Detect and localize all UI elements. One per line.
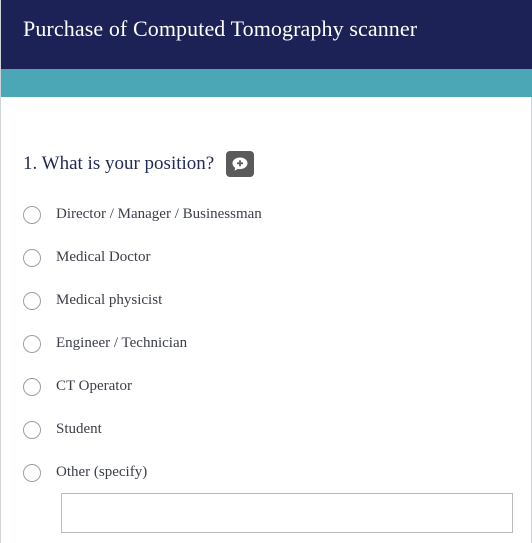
radio-button[interactable] xyxy=(23,248,41,267)
header-accent-band xyxy=(1,69,532,97)
comment-button[interactable] xyxy=(226,151,255,177)
option-medical-doctor[interactable]: Medical Doctor xyxy=(23,236,262,279)
survey-title: Purchase of Computed Tomography scanner xyxy=(23,16,418,41)
option-label: Medical Doctor xyxy=(56,249,151,265)
option-ct-operator[interactable]: CT Operator xyxy=(23,365,262,408)
radio-button[interactable] xyxy=(23,377,41,396)
question-1: 1. What is your position? xyxy=(23,150,255,178)
radio-button[interactable] xyxy=(23,334,41,353)
question-text: 1. What is your position? xyxy=(23,153,215,174)
option-engineer-technician[interactable]: Engineer / Technician xyxy=(23,322,262,365)
option-label: Director / Manager / Businessman xyxy=(56,206,262,222)
comment-bubble-icon xyxy=(232,157,248,171)
option-label: Other (specify) xyxy=(56,464,148,480)
option-label: Medical physicist xyxy=(56,292,163,308)
survey-header: Purchase of Computed Tomography scanner xyxy=(1,0,532,69)
option-other-specify[interactable]: Other (specify) xyxy=(23,451,262,494)
answer-options: Director / Manager / Businessman Medical… xyxy=(23,193,262,494)
option-director-manager-businessman[interactable]: Director / Manager / Businessman xyxy=(23,193,262,236)
other-specify-input[interactable] xyxy=(61,493,513,533)
option-student[interactable]: Student xyxy=(23,408,262,451)
radio-button[interactable] xyxy=(23,291,41,310)
option-label: Student xyxy=(56,421,102,437)
survey-page: Purchase of Computed Tomography scanner … xyxy=(0,0,532,543)
option-label: Engineer / Technician xyxy=(56,335,188,351)
radio-button[interactable] xyxy=(23,420,41,439)
option-medical-physicist[interactable]: Medical physicist xyxy=(23,279,262,322)
option-label: CT Operator xyxy=(56,378,132,394)
radio-button[interactable] xyxy=(23,205,41,224)
radio-button[interactable] xyxy=(23,463,41,482)
